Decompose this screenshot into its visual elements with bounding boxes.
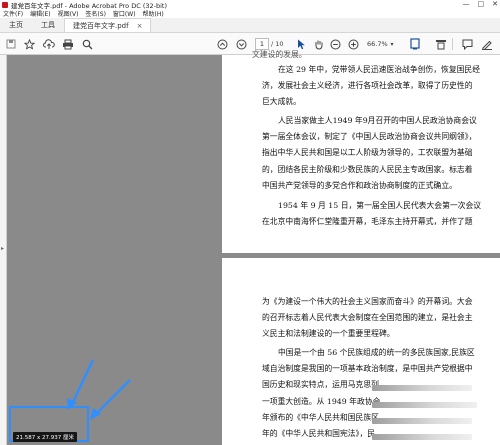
page1-line: 1954 年 9 月 15 日，第一届全国人民代表大会第一次会议	[278, 201, 482, 210]
page-fit-icon[interactable]	[408, 37, 422, 51]
comment-icon[interactable]	[460, 37, 474, 51]
zoom-in-icon[interactable]	[347, 37, 360, 51]
zoom-dropdown-chevron-icon[interactable]: ▾	[388, 37, 396, 51]
window-controls: — □ ✕	[463, 0, 499, 8]
menu-edit[interactable]: 编辑(E)	[30, 9, 50, 18]
print-icon[interactable]	[61, 37, 75, 51]
blurred-overlay	[372, 418, 472, 424]
page2-line: 的召开标志着人民代表大会制度在全国范围的建立，是社会主	[262, 313, 473, 322]
tab-document-label: 建党百年文字.pdf	[73, 21, 129, 30]
blurred-overlay	[372, 402, 477, 408]
menu-sign[interactable]: 签名(S)	[85, 9, 106, 18]
menu-help[interactable]: 帮助(H)	[143, 9, 164, 18]
sign-pen-icon[interactable]	[480, 37, 494, 51]
title-bar: 建党百年文字.pdf - Adobe Acrobat Pro DC (32-bi…	[0, 0, 500, 10]
menu-view[interactable]: 视图(V)	[58, 9, 79, 18]
minimize-button[interactable]: —	[463, 0, 470, 8]
tab-home[interactable]: 主页	[0, 18, 32, 32]
menu-window[interactable]: 窗口(W)	[113, 9, 136, 18]
page2-line: 为《为建设一个伟大的社会主义国家而奋斗》的开幕词。大会	[262, 297, 473, 306]
page2-line: 年的《中华人民共和国宪法》，民	[262, 429, 376, 438]
previous-page-icon[interactable]	[216, 37, 229, 51]
page1-line: 人民当家做主人1949 年9月召开的中国人民政治协商会议	[278, 116, 477, 125]
expand-panel-arrow-icon[interactable]: ▸	[1, 245, 4, 252]
blurred-overlay	[372, 434, 472, 440]
page1-line: 在北京中南海怀仁堂隆重开幕，毛泽东主持开幕式，并作了题	[262, 217, 473, 226]
toolbar: 1 / 10 66.7% ▾	[0, 33, 500, 55]
page1-line: 第一届全体会议，制定了《中国人民政治协商会议共同纲领》，	[262, 132, 477, 141]
hand-tool-icon[interactable]	[313, 37, 325, 51]
page2-line: 年颁布的《中华人民共和国民族区	[262, 413, 379, 422]
page2-line: 中国是一个由 56 个民族组成的统一的多民族国家,民族区	[278, 348, 475, 357]
pdf-page-2: 为《为建设一个伟大的社会主义国家而奋斗》的开幕词。大会 的召开标志着人民代表大会…	[222, 258, 500, 445]
page1-line: 在这 29 年中，党带领人民迅速医治战争创伤，恢复国民经	[278, 65, 481, 74]
page2-line: 国历史和现实特点，运用马克思列	[262, 380, 379, 389]
tab-tools[interactable]: 工具	[32, 18, 64, 32]
search-icon[interactable]	[80, 37, 94, 51]
tab-bar: 主页 工具 建党百年文字.pdf ×	[0, 18, 500, 33]
select-cursor-icon[interactable]	[295, 37, 307, 51]
menu-file[interactable]: 文件(F)	[3, 9, 23, 18]
zoom-level[interactable]: 66.7%	[367, 38, 388, 50]
blurred-overlay	[372, 385, 472, 391]
page2-line: 一项重大创造。从 1949 年政协会	[262, 397, 381, 406]
next-page-icon[interactable]	[235, 37, 248, 51]
acrobat-app-icon	[2, 1, 8, 8]
page2-line: 域自治制度是我国的一项基本政治制度，是中国共产党根据中	[262, 364, 473, 373]
page1-line: 中国共产党领导的多党合作和政治协商制度的正式确立。	[262, 181, 457, 190]
page-dimensions-tooltip: 21.587 x 27.937 厘米	[13, 432, 77, 442]
save-icon[interactable]	[5, 37, 17, 51]
page1-line: 文建设的发展。	[252, 50, 307, 59]
close-tab-icon[interactable]: ×	[137, 22, 143, 30]
page1-line: 济，发展社会主义经济，进行各项社会改革，取得了历史性的	[262, 81, 473, 90]
scroll-mode-icon[interactable]	[434, 37, 448, 51]
page1-line: 指出中华人民共和国是以工人阶级为领导的，工农联盟为基础	[262, 148, 473, 157]
navigation-pane-toggle[interactable]: ▸	[0, 55, 7, 445]
zoom-out-icon[interactable]	[329, 37, 342, 51]
menu-bar: 文件(F) 编辑(E) 视图(V) 签名(S) 窗口(W) 帮助(H)	[0, 9, 500, 18]
bookmark-star-icon[interactable]	[22, 37, 36, 51]
page-number-input[interactable]: 1	[255, 38, 269, 50]
page2-line: 义民主和法制建设的一个重要里程碑。	[262, 329, 395, 338]
page-total: / 10	[271, 40, 284, 48]
page1-line: 的，团结各民主阶级和少数民族的人民民主专政国家。标志着	[262, 165, 473, 174]
page1-line: 巨大成就。	[262, 97, 301, 106]
maximize-button[interactable]: □	[478, 0, 485, 8]
close-window-button[interactable]: ✕	[492, 0, 498, 8]
cloud-upload-icon[interactable]	[42, 37, 56, 51]
pdf-page-1: 文建设的发展。 在这 29 年中，党带领人民迅速医治战争创伤，恢复国民经 济，发…	[222, 50, 500, 253]
tab-document[interactable]: 建党百年文字.pdf ×	[64, 18, 152, 32]
